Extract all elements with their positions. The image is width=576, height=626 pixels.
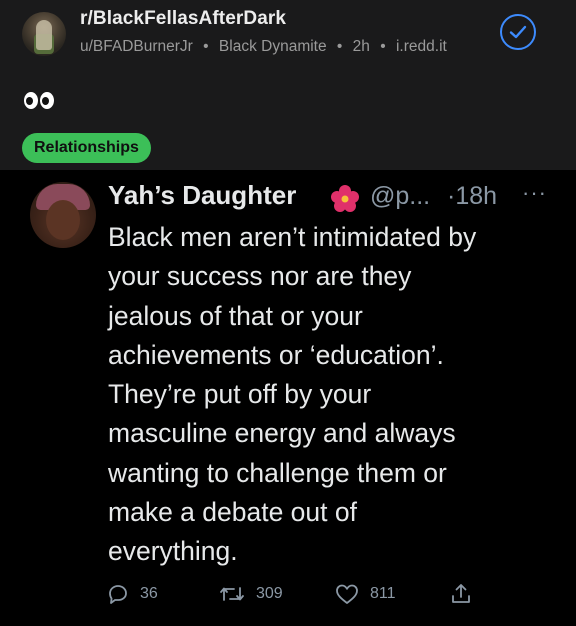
tweet-display-name: Yah’s Daughter — [108, 180, 297, 210]
eye-icon — [24, 92, 38, 109]
like-icon — [336, 584, 358, 604]
tweet-text-line: Black men aren’t intimidated by — [108, 222, 477, 252]
author-flair: Black Dynamite — [218, 38, 327, 55]
eye-icon — [40, 92, 54, 109]
subreddit-avatar[interactable] — [22, 12, 66, 56]
tweet-text-line: everything. — [108, 536, 238, 567]
subreddit-name[interactable]: r/BlackFellasAfterDark — [80, 8, 286, 30]
tweet-text-line: masculine energy and always — [108, 418, 456, 449]
like-action: 811 — [334, 582, 396, 606]
reply-icon — [109, 585, 127, 604]
post-author[interactable]: u/BFADBurnerJr — [80, 38, 193, 55]
retweet-icon — [220, 587, 244, 601]
post-flair-badge[interactable]: Relationships — [22, 133, 151, 163]
tweet-screenshot: Yah’s Daughter @p... ·18h ··· Black men … — [0, 170, 576, 626]
tweet-text-line: achievements or ‘education’. — [108, 339, 444, 370]
reply-action: 36 — [106, 582, 158, 606]
retweet-action: 309 — [218, 582, 283, 606]
reddit-post-header: r/BlackFellasAfterDark u/BFADBurnerJr • … — [0, 0, 576, 170]
tweet-text-line: They’re put off by your — [108, 379, 372, 410]
joined-check-button[interactable] — [500, 14, 536, 50]
separator-dot: • — [203, 38, 209, 55]
tweet-text-line: wanting to challenge them or — [108, 457, 447, 488]
tweet-actions: 36 309 811 — [0, 582, 576, 614]
reply-count: 36 — [140, 585, 158, 602]
hibiscus-flower-icon — [331, 185, 359, 212]
tweet-avatar — [30, 182, 96, 248]
retweet-count: 309 — [256, 585, 283, 602]
page: r/BlackFellasAfterDark u/BFADBurnerJr • … — [0, 0, 576, 626]
tweet-text-line: make a debate out of — [108, 497, 357, 528]
share-action — [449, 582, 473, 606]
check-icon — [509, 25, 527, 39]
tweet-handle: @p... — [370, 182, 431, 210]
separator-dot: • — [336, 38, 343, 55]
tweet-time: ·18h — [447, 182, 498, 210]
share-icon — [452, 584, 470, 603]
tweet-text: Black men aren’t intimidated by your suc… — [108, 218, 568, 572]
tweet-text-line: jealous of that or your — [108, 300, 363, 331]
post-meta: u/BFADBurnerJr • Black Dynamite • 2h • i… — [80, 38, 447, 56]
like-count: 811 — [370, 585, 396, 602]
separator-dot: • — [380, 38, 386, 55]
more-options-icon: ··· — [522, 180, 547, 205]
post-domain[interactable]: i.redd.it — [396, 38, 447, 55]
eyes-emoji-title — [24, 92, 54, 109]
post-age: 2h — [352, 38, 370, 55]
tweet-text-line: your success nor are they — [108, 261, 412, 292]
